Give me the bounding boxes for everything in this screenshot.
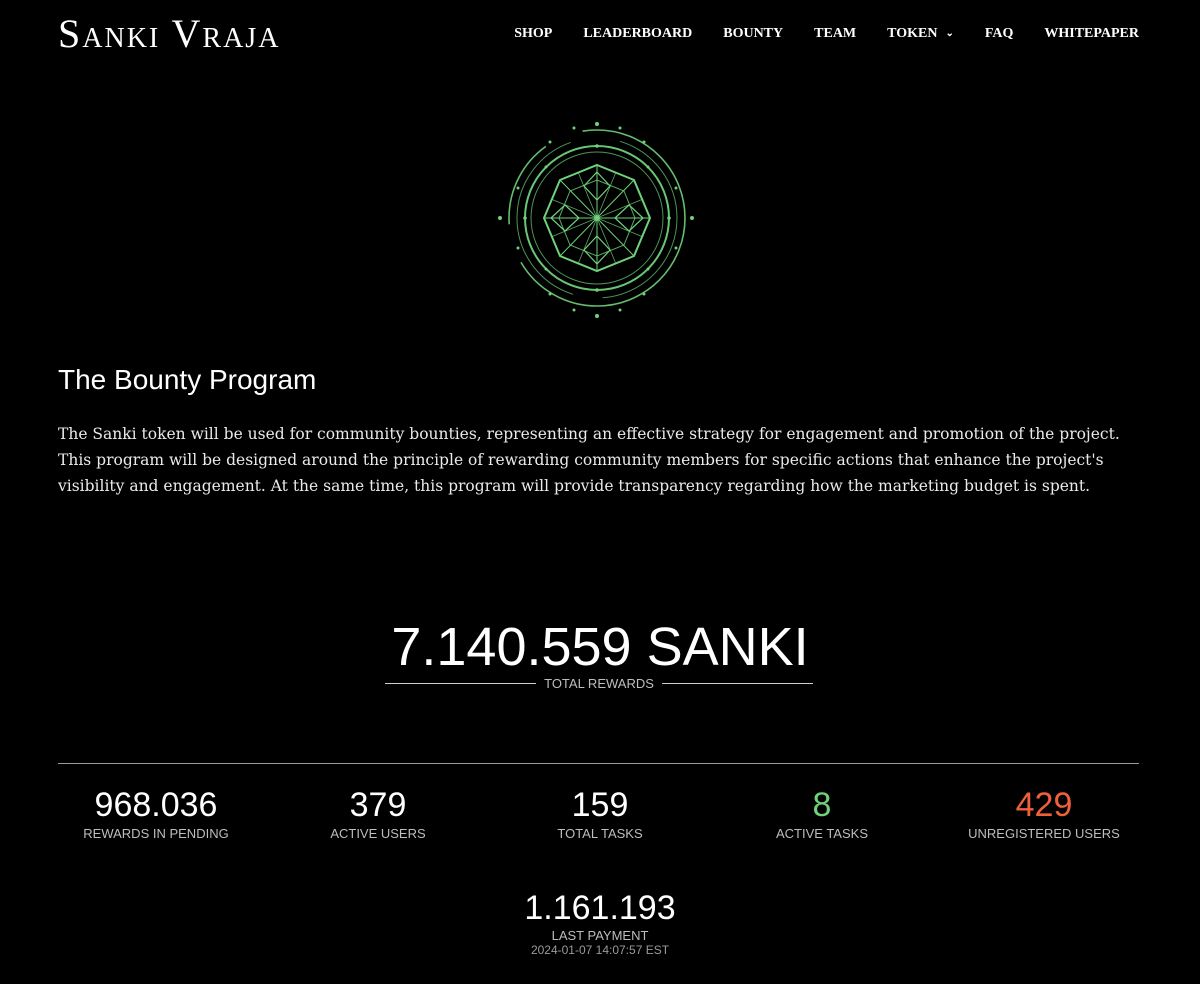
total-rewards-value: 7.140.559 SANKI (391, 617, 809, 677)
divider-line (661, 683, 814, 684)
nav-label: TEAM (814, 26, 857, 41)
nav-item-faq[interactable]: FAQ (985, 26, 1014, 42)
chevron-down-icon: ⌄ (945, 27, 954, 39)
stat-active-tasks: 8 ACTIVE TASKS (711, 785, 933, 841)
total-rewards-label-row: TOTAL REWARDS (385, 676, 814, 691)
nav-label: TOKEN (887, 26, 938, 41)
nav-label: SHOP (514, 26, 553, 41)
stat-label: UNREGISTERED USERS (968, 826, 1120, 841)
last-payment-timestamp: 2024-01-07 14:07:57 EST (530, 943, 670, 957)
stat-value: 968.036 (94, 786, 218, 824)
nav-item-bounty[interactable]: BOUNTY (723, 26, 783, 42)
nav-item-team[interactable]: TEAM (814, 26, 856, 42)
total-rewards-label: TOTAL REWARDS (544, 676, 654, 691)
nav-item-whitepaper[interactable]: WHITEPAPER (1044, 26, 1139, 42)
stat-unregistered-users: 429 UNREGISTERED USERS (933, 785, 1155, 841)
nav-label: BOUNTY (723, 26, 784, 41)
stat-value: 429 (1015, 786, 1073, 824)
nav-item-leaderboard[interactable]: LEADERBOARD (583, 26, 692, 42)
brand-logo[interactable]: Sanki Vraja (58, 10, 280, 57)
divider-line (385, 683, 537, 684)
nav-item-token[interactable]: TOKEN ⌄ (887, 26, 954, 42)
stat-rewards-pending: 968.036 REWARDS IN PENDING (45, 785, 267, 841)
stat-total-tasks: 159 TOTAL TASKS (489, 785, 711, 841)
last-payment: 1.161.193 LAST PAYMENT 2024-01-07 14:07:… (0, 888, 1200, 957)
last-payment-value: 1.161.193 (524, 889, 676, 927)
page: Sanki Vraja SHOP LEADERBOARD BOUNTY TEAM… (0, 0, 1200, 984)
stat-label: ACTIVE TASKS (776, 826, 868, 841)
last-payment-label: LAST PAYMENT (551, 928, 649, 943)
stat-value: 379 (349, 786, 407, 824)
stat-value: 8 (812, 786, 832, 824)
nav-label: FAQ (984, 26, 1014, 41)
stat-value: 159 (571, 786, 629, 824)
main-nav: SHOP LEADERBOARD BOUNTY TEAM TOKEN ⌄ FAQ … (514, 26, 1139, 42)
stat-label: REWARDS IN PENDING (83, 826, 229, 841)
section-divider (58, 763, 1139, 764)
stat-active-users: 379 ACTIVE USERS (267, 785, 489, 841)
stat-label: ACTIVE USERS (330, 826, 426, 841)
stat-label: TOTAL TASKS (557, 826, 643, 841)
bounty-emblem-icon (498, 122, 694, 318)
nav-label: LEADERBOARD (583, 26, 693, 41)
page-title: The Bounty Program (58, 364, 317, 395)
nav-label: WHITEPAPER (1044, 26, 1139, 41)
intro-description: The Sanki token will be used for communi… (58, 425, 1120, 495)
stats-row: 968.036 REWARDS IN PENDING 379 ACTIVE US… (45, 785, 1155, 841)
nav-item-shop[interactable]: SHOP (514, 26, 552, 42)
